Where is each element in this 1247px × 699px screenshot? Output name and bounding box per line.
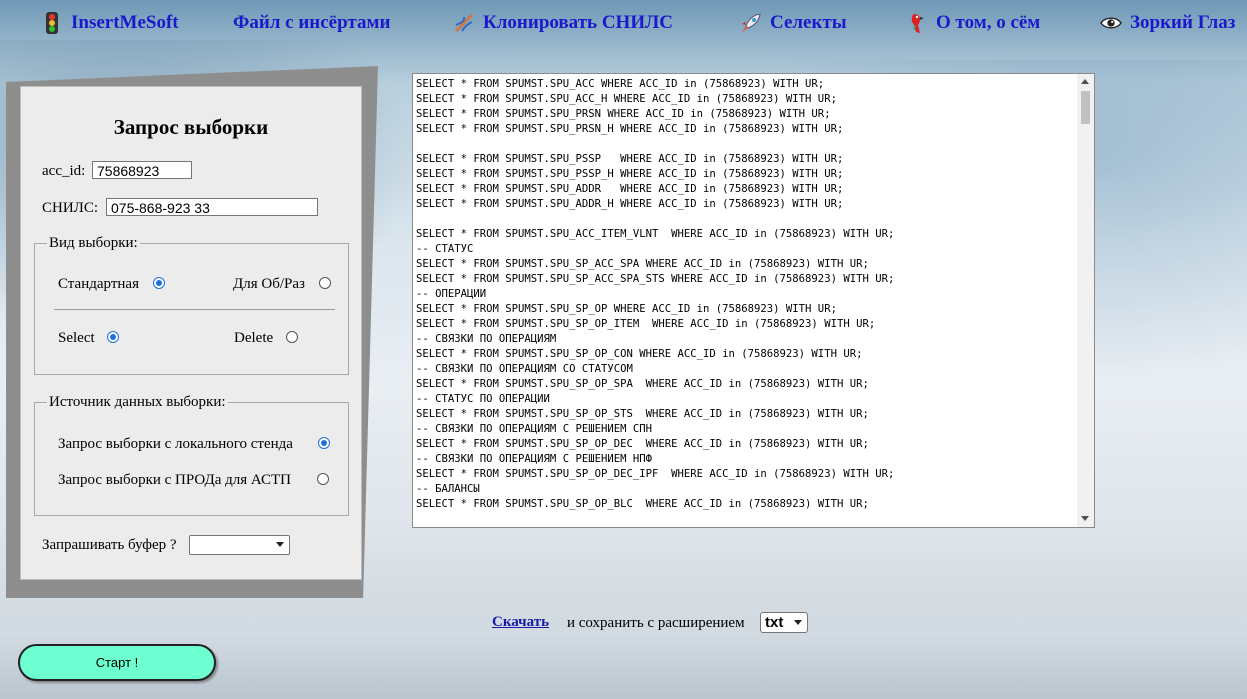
- nav-label: Зоркий Глаз: [1130, 12, 1236, 33]
- nav-label: InsertMeSoft: [71, 12, 179, 33]
- sql-line: [416, 212, 1076, 227]
- nav-item-eagle-eye[interactable]: Зоркий Глаз: [1100, 12, 1235, 34]
- nav-item-insertmesoft[interactable]: InsertMeSoft: [41, 12, 179, 34]
- download-text: и сохранить с расширением: [567, 615, 745, 631]
- query-form-panel: Запрос выборки acc_id: 75868923 СНИЛС: 0…: [20, 86, 362, 580]
- sql-line: SELECT * FROM SPUMST.SPU_PRSN WHERE ACC_…: [416, 108, 831, 120]
- acc-id-label: acc_id:: [42, 163, 86, 179]
- divider: [54, 309, 335, 310]
- nav-item-about[interactable]: О том, о сём: [906, 12, 1040, 34]
- local-source-radio-label: Запрос выборки с локального стенда: [58, 436, 293, 452]
- nav-item-clone-snils[interactable]: Клонировать СНИЛС: [453, 12, 673, 34]
- download-link[interactable]: Скачать: [492, 614, 549, 631]
- sql-line: SELECT * FROM SPUMST.SPU_ACC_ITEM_VLNT W…: [416, 228, 895, 240]
- sql-line: SELECT * FROM SPUMST.SPU_PRSN_H WHERE AC…: [416, 123, 844, 135]
- nav-label: Клонировать СНИЛС: [483, 12, 673, 33]
- sql-output-textarea[interactable]: SELECT * FROM SPUMST.SPU_ACC WHERE ACC_I…: [412, 73, 1095, 528]
- sql-line: -- СВЯЗКИ ПО ОПЕРАЦИЯМ: [416, 333, 557, 345]
- prod-source-radio[interactable]: [317, 473, 329, 485]
- standard-radio-label: Стандартная: [58, 276, 139, 292]
- sql-line: -- СВЯЗКИ ПО ОПЕРАЦИЯМ С РЕШЕНИЕМ СПН: [416, 423, 652, 435]
- sql-line: SELECT * FROM SPUMST.SPU_PSSP_H WHERE AC…: [416, 168, 844, 180]
- sql-line: [416, 137, 1076, 152]
- for-once-radio[interactable]: [319, 277, 331, 289]
- view-type-group: Вид выборки:: [34, 235, 349, 375]
- sql-line: SELECT * FROM SPUMST.SPU_SP_OP_ITEM WHER…: [416, 318, 876, 330]
- parrot-icon: [906, 12, 928, 34]
- scrollbar[interactable]: [1077, 74, 1094, 527]
- nav-label: О том, о сём: [936, 12, 1041, 33]
- view-type-legend: Вид выборки:: [49, 235, 138, 251]
- sql-line: SELECT * FROM SPUMST.SPU_SP_OP_STS WHERE…: [416, 408, 869, 420]
- buffer-select[interactable]: [189, 535, 290, 555]
- traffic-light-icon: [41, 12, 63, 34]
- extension-select[interactable]: txt: [760, 612, 808, 633]
- sql-line: SELECT * FROM SPUMST.SPU_PSSP WHERE ACC_…: [416, 153, 844, 165]
- chevron-down-icon: [794, 620, 802, 625]
- nav-item-selects[interactable]: Селекты: [740, 12, 847, 34]
- eye-icon: [1100, 12, 1122, 34]
- dna-icon: [453, 12, 475, 34]
- rocket-icon: [740, 12, 762, 34]
- prod-source-radio-label: Запрос выборки с ПРОДа для АСТП: [58, 472, 291, 488]
- sql-line: SELECT * FROM SPUMST.SPU_SP_OP_DEC WHERE…: [416, 438, 869, 450]
- sql-line: SELECT * FROM SPUMST.SPU_ADDR_H WHERE AC…: [416, 198, 844, 210]
- sql-line: SELECT * FROM SPUMST.SPU_ACC_H WHERE ACC…: [416, 93, 837, 105]
- scroll-up-icon[interactable]: [1081, 79, 1089, 84]
- sql-line: -- СТАТУС: [416, 243, 474, 255]
- sql-line: -- ОПЕРАЦИИ: [416, 288, 487, 300]
- sql-line: SELECT * FROM SPUMST.SPU_SP_ACC_SPA WHER…: [416, 258, 869, 270]
- select-radio[interactable]: [107, 331, 119, 343]
- for-once-radio-label: Для Об/Раз: [233, 276, 305, 292]
- buffer-label: Запрашивать буфер ?: [42, 537, 177, 553]
- sql-line: -- СТАТУС ПО ОПЕРАЦИИ: [416, 393, 550, 405]
- sql-line: SELECT * FROM SPUMST.SPU_SP_ACC_SPA_STS …: [416, 273, 895, 285]
- snils-input[interactable]: 075-868-923 33: [106, 198, 318, 216]
- sql-line: SELECT * FROM SPUMST.SPU_SP_OP WHERE ACC…: [416, 303, 837, 315]
- sql-line: -- СВЯЗКИ ПО ОПЕРАЦИЯМ СО СТАТУСОМ: [416, 363, 633, 375]
- nav-item-inserts-file[interactable]: Файл с инсёртами: [233, 12, 390, 34]
- standard-radio[interactable]: [153, 277, 165, 289]
- nav-label: Селекты: [770, 12, 847, 33]
- sql-line: -- СВЯЗКИ ПО ОПЕРАЦИЯМ С РЕШЕНИЕМ НПФ: [416, 453, 652, 465]
- sql-line: SELECT * FROM SPUMST.SPU_SP_OP_SPA WHERE…: [416, 378, 869, 390]
- scroll-thumb[interactable]: [1081, 91, 1090, 124]
- scroll-down-icon[interactable]: [1081, 516, 1089, 521]
- delete-radio[interactable]: [286, 331, 298, 343]
- data-source-legend: Источник данных выборки:: [49, 394, 226, 410]
- acc-id-input[interactable]: 75868923: [92, 161, 192, 179]
- chevron-down-icon: [276, 542, 284, 547]
- sql-line: SELECT * FROM SPUMST.SPU_ADDR WHERE ACC_…: [416, 183, 844, 195]
- sql-line: -- БАЛАНСЫ: [416, 483, 480, 495]
- delete-radio-label: Delete: [234, 330, 274, 346]
- start-button[interactable]: Старт !: [18, 644, 216, 681]
- select-radio-label: Select: [58, 330, 95, 346]
- nav-label: Файл с инсёртами: [233, 12, 391, 33]
- sql-line: SELECT * FROM SPUMST.SPU_SP_OP_BLC WHERE…: [416, 498, 869, 510]
- top-nav: InsertMeSoft Файл с инсёртами Клонироват…: [0, 0, 1247, 46]
- sql-line: SELECT * FROM SPUMST.SPU_SP_OP_CON WHERE…: [416, 348, 863, 360]
- sql-line: SELECT * FROM SPUMST.SPU_ACC WHERE ACC_I…: [416, 78, 825, 90]
- snils-label: СНИЛС:: [42, 200, 99, 216]
- local-source-radio[interactable]: [318, 437, 330, 449]
- form-title: Запрос выборки: [113, 115, 269, 139]
- sql-text: SELECT * FROM SPUMST.SPU_ACC WHERE ACC_I…: [416, 77, 1076, 524]
- extension-select-value: txt: [765, 614, 784, 631]
- data-source-group: Источник данных выборки:: [34, 394, 349, 516]
- sql-line: SELECT * FROM SPUMST.SPU_SP_OP_DEC_IPF W…: [416, 468, 895, 480]
